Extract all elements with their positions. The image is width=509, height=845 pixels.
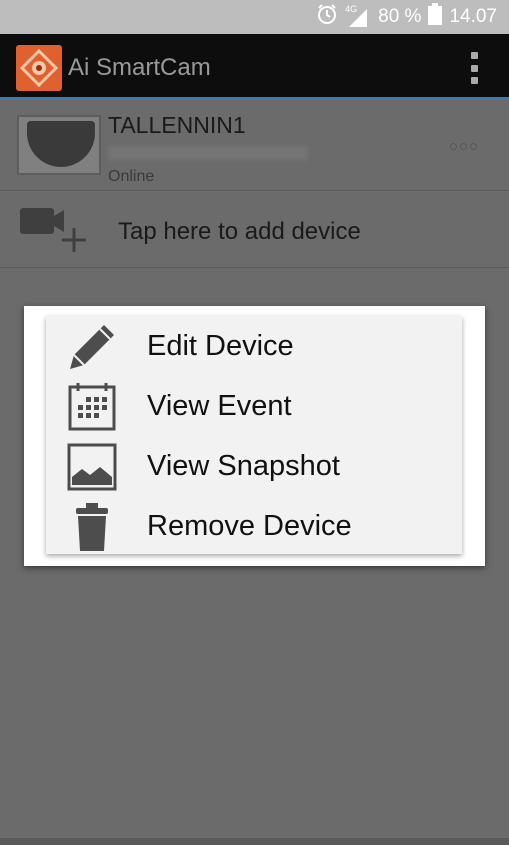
alarm-icon: [316, 3, 338, 31]
network-type: 4G: [345, 4, 358, 14]
menu-item-view-snapshot[interactable]: View Snapshot: [46, 436, 462, 496]
clock: 14.07: [449, 6, 497, 27]
device-name: TALLENNIN1: [108, 112, 246, 138]
menu-item-label: View Snapshot: [147, 450, 340, 482]
device-status: Online: [108, 168, 155, 185]
pencil-icon: [70, 325, 114, 369]
device-more-icon[interactable]: ○○○: [449, 138, 479, 155]
device-uid-redacted: [108, 146, 308, 160]
status-bar: 4G 80 % 14.07: [0, 0, 509, 34]
add-camera-icon: [20, 208, 86, 252]
app-bar: Ai SmartCam: [0, 34, 509, 100]
menu-item-view-event[interactable]: View Event: [46, 376, 462, 436]
add-device-row[interactable]: Tap here to add device: [0, 192, 509, 268]
bottom-bar: [0, 838, 509, 845]
trash-icon: [76, 503, 108, 551]
context-menu: Edit Device View Event View Snapshot Rem…: [46, 316, 462, 554]
context-dialog: Edit Device View Event View Snapshot Rem…: [24, 306, 485, 566]
overflow-menu-icon[interactable]: [469, 52, 479, 84]
app-title: Ai SmartCam: [68, 54, 211, 81]
menu-item-label: View Event: [147, 390, 292, 422]
add-device-label: Tap here to add device: [118, 218, 361, 245]
battery-percent: 80 %: [378, 6, 422, 27]
menu-item-label: Remove Device: [147, 510, 352, 542]
menu-item-edit-device[interactable]: Edit Device: [46, 316, 462, 376]
calendar-icon: [68, 383, 116, 431]
device-row[interactable]: TALLENNIN1 Online ○○○: [0, 100, 509, 191]
device-thumbnail: [17, 115, 101, 175]
menu-item-remove-device[interactable]: Remove Device: [46, 496, 462, 556]
image-icon: [67, 443, 117, 491]
battery-icon: [428, 3, 443, 31]
app-logo: [16, 45, 62, 91]
menu-item-label: Edit Device: [147, 330, 294, 362]
signal-icon: 4G: [345, 4, 371, 28]
